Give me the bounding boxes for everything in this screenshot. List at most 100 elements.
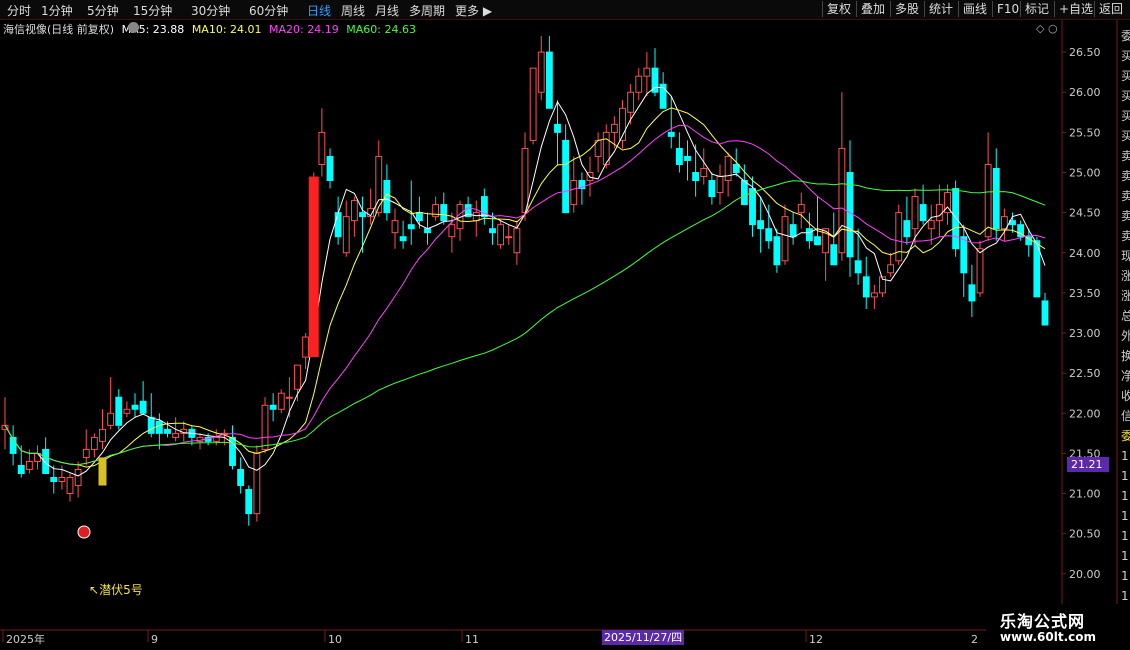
candle-body bbox=[513, 228, 521, 254]
candle-body bbox=[415, 212, 423, 222]
y-tick-label: 23.00 bbox=[1069, 327, 1101, 340]
candle-body bbox=[448, 224, 456, 238]
candle-body bbox=[1000, 216, 1008, 230]
candle-body bbox=[17, 464, 25, 474]
y-tick-label: 23.50 bbox=[1069, 287, 1101, 300]
candle-body bbox=[164, 428, 171, 434]
x-tick-label: 2025年 bbox=[6, 632, 45, 646]
side-panel-char: 换 bbox=[1121, 349, 1130, 363]
candle-body bbox=[562, 139, 570, 214]
y-tick-label: 22.00 bbox=[1069, 407, 1101, 420]
candle-body bbox=[350, 200, 358, 222]
candle-body bbox=[708, 180, 716, 198]
candle-body bbox=[529, 67, 537, 141]
candle-body bbox=[765, 228, 773, 242]
candle-body bbox=[147, 416, 155, 434]
candle-body bbox=[58, 477, 66, 483]
candle-body bbox=[440, 204, 448, 222]
side-panel-char: 买 bbox=[1121, 89, 1130, 103]
watermark: 乐淘公式网 www.60lt.com bbox=[986, 604, 1130, 650]
candle-body bbox=[50, 477, 58, 483]
candle-body bbox=[724, 155, 732, 182]
candle-body bbox=[25, 460, 33, 470]
candle-body bbox=[570, 180, 578, 206]
candle-body bbox=[667, 131, 675, 137]
y-tick-label: 21.00 bbox=[1069, 488, 1101, 501]
candle-body bbox=[407, 224, 415, 230]
candle-body bbox=[253, 452, 261, 515]
candle-body bbox=[838, 147, 846, 254]
candle-body bbox=[976, 248, 984, 294]
indicator-label-text: 潜伏5号 bbox=[99, 583, 143, 597]
candle-body bbox=[732, 163, 740, 173]
candle-body bbox=[237, 468, 245, 487]
side-panel-char: 卖 bbox=[1121, 149, 1130, 163]
candle-body bbox=[895, 212, 903, 262]
candle-body bbox=[927, 220, 935, 230]
side-panel-char: 净 bbox=[1121, 369, 1130, 383]
candle-body bbox=[952, 188, 960, 250]
candle-body bbox=[610, 123, 618, 133]
candle-body bbox=[700, 167, 708, 178]
x-tick-label: 10 bbox=[328, 633, 342, 646]
side-panel-char: 买 bbox=[1121, 129, 1130, 143]
yellow-signal-bar bbox=[98, 457, 107, 486]
candle-body bbox=[1041, 300, 1049, 326]
watermark-url: www.60lt.com bbox=[1000, 630, 1097, 644]
candle-body bbox=[854, 260, 862, 274]
candle-body bbox=[935, 204, 943, 222]
candle-body bbox=[814, 236, 821, 246]
side-panel-char: 现 bbox=[1121, 249, 1130, 263]
y-tick-label: 26.00 bbox=[1069, 86, 1101, 99]
x-tick-label: 2 bbox=[971, 633, 978, 646]
candle-body bbox=[757, 220, 765, 230]
side-panel-char: 总 bbox=[1121, 309, 1130, 323]
candle-body bbox=[432, 204, 440, 218]
candle-body bbox=[716, 176, 724, 194]
x-tick-label: 12 bbox=[809, 633, 823, 646]
candle-body bbox=[797, 204, 805, 214]
candle-body bbox=[285, 396, 293, 399]
candle-body bbox=[212, 436, 220, 442]
indicator-label: ↖潜伏5号 bbox=[89, 583, 143, 597]
candle-body bbox=[960, 236, 968, 274]
candle-body bbox=[472, 212, 480, 222]
watermark-title: 乐淘公式网 bbox=[1000, 612, 1086, 631]
candle-body bbox=[554, 123, 561, 133]
candle-body bbox=[675, 147, 683, 165]
candle-body bbox=[399, 236, 407, 242]
candle-body bbox=[82, 448, 90, 458]
y-tick-label: 22.50 bbox=[1069, 367, 1101, 380]
side-panel-char: 1 bbox=[1121, 509, 1129, 523]
candle-body bbox=[294, 364, 301, 390]
side-panel-char: 信 bbox=[1121, 409, 1130, 423]
candle-body bbox=[139, 400, 147, 414]
side-panel-char: 1 bbox=[1121, 469, 1129, 483]
side-panel-char: 卖 bbox=[1121, 229, 1130, 243]
candle-body bbox=[424, 228, 431, 234]
candle-body bbox=[635, 75, 643, 93]
kline-chart[interactable]: 26.50 26.00 25.50 25.00 24.50 24.00 23.50 23.00… bbox=[0, 0, 1130, 650]
candle-body bbox=[318, 131, 326, 165]
price-tag: 21.21 bbox=[1067, 457, 1109, 472]
candle-body bbox=[123, 408, 131, 414]
candle-body bbox=[521, 147, 529, 214]
candle-body bbox=[830, 244, 838, 266]
side-panel-char: 买 bbox=[1121, 49, 1130, 63]
candle-body bbox=[870, 292, 878, 298]
signal-bar bbox=[308, 176, 319, 358]
candle-body bbox=[773, 236, 781, 266]
side-panel-char: 1 bbox=[1121, 489, 1129, 503]
side-panel-char: 外 bbox=[1121, 329, 1130, 343]
candle-body bbox=[334, 212, 342, 238]
x-tick-label: 11 bbox=[465, 633, 479, 646]
candle-body bbox=[627, 91, 635, 113]
candle-body bbox=[740, 180, 748, 206]
candle-body bbox=[781, 216, 789, 262]
side-panel-char: 收 bbox=[1121, 389, 1130, 403]
y-tick-label: 26.50 bbox=[1069, 46, 1101, 59]
candle-body bbox=[107, 412, 115, 426]
y-tick-label: 24.50 bbox=[1069, 207, 1101, 220]
candle-body bbox=[326, 155, 334, 182]
candle-body bbox=[245, 489, 253, 515]
